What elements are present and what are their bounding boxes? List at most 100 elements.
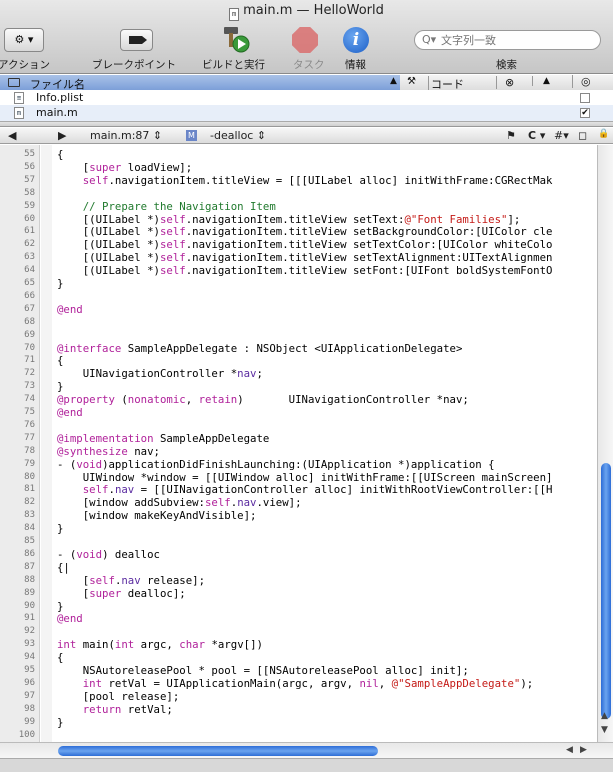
line-number: 70 (24, 342, 35, 353)
code-line[interactable]: } (57, 716, 63, 729)
vertical-scrollbar[interactable]: ▲ ▼ (597, 145, 613, 742)
info-button[interactable]: i (343, 27, 369, 53)
target-column-icon[interactable]: ◎ (572, 75, 612, 88)
breakpoint-flag-icon (129, 36, 147, 44)
list-item[interactable]: ≡ Info.plist (0, 90, 613, 106)
code-line[interactable]: [(UILabel *)self.navigationItem.titleVie… (57, 264, 553, 277)
code-line[interactable]: [self.nav release]; (57, 574, 205, 587)
target-checkbox[interactable]: ✔ (580, 108, 590, 118)
action-button[interactable]: ⚙ ▾ (4, 28, 44, 52)
line-number: 97 (24, 690, 35, 701)
code-line[interactable]: @property (nonatomic, retain) UINavigati… (57, 393, 469, 406)
code-line[interactable]: [(UILabel *)self.navigationItem.titleVie… (57, 238, 553, 251)
vertical-scroll-thumb[interactable] (601, 463, 611, 719)
file-history-popup[interactable]: main.m:87 ⇕ (90, 129, 162, 142)
line-number: 95 (24, 665, 35, 675)
code-line[interactable]: @end (57, 303, 83, 316)
tasks-stop-button[interactable] (291, 26, 319, 54)
code-line[interactable]: @implementation SampleAppDelegate (57, 432, 269, 445)
code-line[interactable]: UINavigationController *nav; (57, 367, 263, 380)
code-line[interactable]: int main(int argc, char *argv[]) (57, 638, 263, 651)
split-view-divider[interactable] (0, 121, 613, 127)
code-line[interactable]: [window addSubview:self.nav.view]; (57, 496, 302, 509)
code-line[interactable]: [super dealloc]; (57, 587, 186, 600)
code-line[interactable]: [window makeKeyAndVisible]; (57, 509, 257, 522)
code-line[interactable]: { (57, 354, 63, 367)
code-line[interactable]: @end (57, 612, 83, 625)
code-line[interactable]: - (void)applicationDidFinishLaunching:(U… (57, 458, 495, 471)
file-name: main.m (36, 106, 78, 119)
line-number: 94 (24, 652, 35, 663)
code-folding-ribbon[interactable] (41, 145, 52, 742)
bookmark-icon[interactable]: ⚑ (506, 129, 516, 142)
action-label: アクション (0, 59, 50, 71)
hammer-column-icon[interactable]: ⚒ (407, 76, 416, 87)
code-line[interactable]: @synthesize nav; (57, 445, 160, 458)
code-line[interactable]: NSAutoreleasePool * pool = [[NSAutorelea… (57, 664, 469, 677)
include-popup[interactable]: #▾ (554, 129, 569, 142)
breakpoints-button[interactable] (120, 29, 153, 51)
code-line[interactable]: [super loadView]; (57, 161, 192, 174)
stop-icon (292, 27, 318, 53)
code-editor[interactable]: 55 56 57 58 59 60 61 62 63 64 65 66 67 68 69 70 71 72 73 74… (0, 145, 597, 742)
code-line[interactable]: self.navigationItem.titleView = [[[UILab… (57, 174, 553, 187)
forward-arrow-icon[interactable]: ▶ (58, 129, 66, 142)
code-line[interactable]: } (57, 600, 63, 613)
line-number-gutter[interactable]: 55 56 57 58 59 60 61 62 63 64 65 66 67 68 69 70 71 72 73 74… (0, 145, 40, 742)
code-line[interactable]: int retVal = UIApplicationMain(argc, arg… (57, 677, 533, 690)
code-line[interactable]: { (57, 651, 63, 664)
line-number: 74 (24, 394, 35, 405)
search-field[interactable]: Q▾ (414, 30, 601, 50)
lock-icon[interactable]: 🔒 (598, 129, 609, 139)
code-line[interactable]: self.nav = [[UINavigationController allo… (57, 483, 553, 496)
line-number: 64 (24, 265, 35, 276)
line-number: 63 (24, 252, 35, 263)
warnings-column-icon[interactable]: ▲ (532, 76, 572, 86)
search-input[interactable] (441, 33, 591, 48)
code-line[interactable]: [(UILabel *)self.navigationItem.titleVie… (57, 213, 521, 226)
code-line[interactable]: // Prepare the Navigation Item (57, 200, 276, 213)
line-number: 81 (24, 484, 35, 495)
code-line[interactable]: [pool release]; (57, 690, 180, 703)
counterpart-icon[interactable]: ◻ (578, 129, 587, 142)
back-arrow-icon[interactable]: ◀ (8, 129, 16, 142)
line-number: 56 (24, 161, 35, 172)
line-number: 61 (24, 226, 35, 237)
horizontal-scroll-thumb[interactable] (58, 746, 378, 756)
breakpoints-label: ブレークポイント (92, 59, 176, 71)
line-number: 86 (24, 548, 35, 559)
function-popup[interactable]: -dealloc ⇕ (210, 129, 266, 142)
build-and-run-button[interactable] (218, 24, 252, 54)
code-line[interactable]: } (57, 277, 63, 290)
language-popup[interactable]: C ▾ (528, 129, 545, 142)
hammer-play-icon (224, 27, 250, 53)
scroll-left-arrow-icon[interactable]: ◀ (566, 745, 573, 755)
list-item[interactable]: m main.m ✔ (0, 105, 613, 121)
line-number: 72 (24, 368, 35, 379)
horizontal-scrollbar[interactable]: ◀ ▶ (0, 742, 613, 758)
scroll-down-arrow-icon[interactable]: ▼ (601, 725, 608, 735)
line-number: 82 (24, 497, 35, 508)
line-number: 80 (24, 471, 35, 482)
code-line[interactable]: UIWindow *window = [[UIWindow alloc] ini… (57, 471, 553, 484)
code-line[interactable]: } (57, 380, 63, 393)
line-number: 71 (24, 355, 35, 366)
search-icon[interactable]: Q▾ (422, 33, 436, 46)
search-label: 検索 (496, 59, 517, 71)
code-line[interactable]: {| (57, 561, 70, 574)
code-line[interactable]: [(UILabel *)self.navigationItem.titleVie… (57, 251, 553, 264)
scroll-up-arrow-icon[interactable]: ▲ (601, 711, 608, 721)
line-number: 59 (24, 200, 35, 211)
code-line[interactable]: @interface SampleAppDelegate : NSObject … (57, 342, 462, 355)
line-number: 99 (24, 716, 35, 727)
code-line[interactable]: return retVal; (57, 703, 173, 716)
code-line[interactable]: } (57, 522, 63, 535)
scroll-right-arrow-icon[interactable]: ▶ (580, 745, 587, 755)
code-line[interactable]: - (void) dealloc (57, 548, 160, 561)
line-number: 66 (24, 290, 35, 301)
code-line[interactable]: @end (57, 406, 83, 419)
line-number: 92 (24, 626, 35, 637)
target-checkbox[interactable] (580, 93, 590, 103)
code-line[interactable]: { (57, 148, 63, 161)
code-line[interactable]: [(UILabel *)self.navigationItem.titleVie… (57, 225, 553, 238)
